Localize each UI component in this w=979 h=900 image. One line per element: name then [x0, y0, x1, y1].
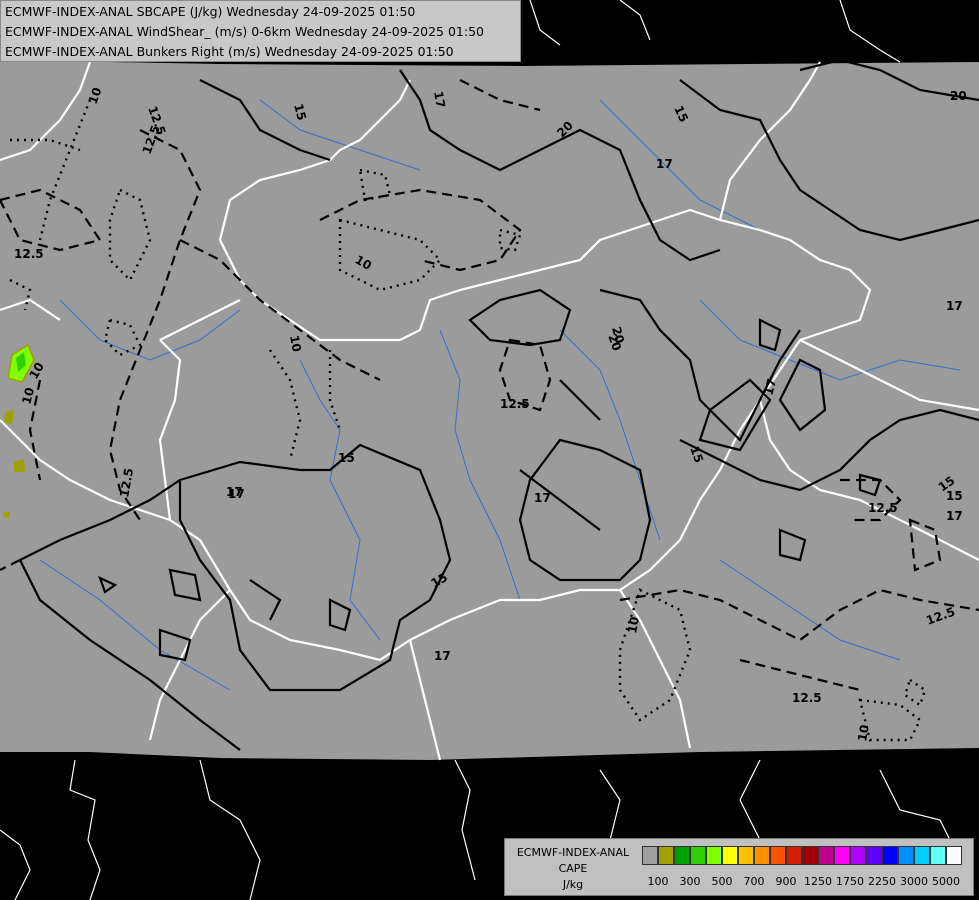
legend-swatch [946, 846, 962, 865]
title-line-bunkers: ECMWF-INDEX-ANAL Bunkers Right (m/s) Wed… [5, 44, 454, 59]
legend-swatch [850, 846, 866, 865]
legend-swatch [882, 846, 898, 865]
legend-tick-label: 1750 [836, 875, 864, 888]
legend-swatch [706, 846, 722, 865]
contour-label: 12.5 [792, 691, 822, 705]
legend-swatch [786, 846, 802, 865]
legend-tick-label: 1250 [804, 875, 832, 888]
contour-label: 17 [946, 299, 963, 313]
legend-swatch [866, 846, 882, 865]
contour-label: 17 [946, 509, 963, 523]
legend-tick-label: 900 [775, 875, 797, 888]
map-title-box: ECMWF-INDEX-ANAL SBCAPE (J/kg) Wednesday… [0, 0, 521, 62]
legend-swatch [754, 846, 770, 865]
legend-title-model: ECMWF-INDEX-ANAL [516, 846, 630, 859]
legend-title-units: J/kg [562, 878, 584, 891]
legend-swatch [690, 846, 706, 865]
legend-swatch [834, 846, 850, 865]
legend-tick-label: 3000 [900, 875, 928, 888]
legend-title-param: CAPE [558, 862, 588, 875]
legend-swatch [770, 846, 786, 865]
contour-label: 17 [431, 90, 448, 109]
cape-legend: ECMWF-INDEX-ANAL CAPE J/kg 100 300 500 700 9… [504, 838, 974, 896]
contour-label: 10 [625, 616, 642, 635]
contour-label: 15 [338, 451, 355, 465]
legend-swatch [802, 846, 818, 865]
contour-label: 12.5 [868, 501, 898, 515]
contour-label: 12.5 [500, 397, 530, 411]
weather-map: 10 12.5 15 17 20 12.5 17 10 12.5 15 20 1… [0, 0, 979, 900]
contour-label: 10 [287, 334, 304, 353]
legend-swatch [658, 846, 674, 865]
legend-swatch [930, 846, 946, 865]
contour-label: 17 [226, 485, 243, 499]
contour-label: 17 [656, 157, 673, 171]
title-line-cape: ECMWF-INDEX-ANAL SBCAPE (J/kg) Wednesday… [5, 4, 416, 19]
legend-tick-label: 500 [711, 875, 733, 888]
legend-swatch [738, 846, 754, 865]
contour-label: 17 [434, 649, 451, 663]
legend-tick-label: 5000 [932, 875, 960, 888]
contour-label: 20 [950, 89, 967, 103]
contour-label: 17 [534, 491, 551, 505]
legend-swatch [722, 846, 738, 865]
legend-tick-label: 100 [647, 875, 669, 888]
contour-label: 10 [855, 724, 872, 743]
legend-swatch [642, 846, 658, 865]
contour-label: 12.5 [14, 247, 44, 261]
legend-tick-label: 700 [743, 875, 765, 888]
legend-tick-label: 300 [679, 875, 701, 888]
legend-swatch [914, 846, 930, 865]
title-line-windshear: ECMWF-INDEX-ANAL WindShear_ (m/s) 0-6km … [5, 24, 484, 39]
legend-tick-label: 2250 [868, 875, 896, 888]
legend-swatch [674, 846, 690, 865]
legend-swatch [818, 846, 834, 865]
legend-swatch [898, 846, 914, 865]
